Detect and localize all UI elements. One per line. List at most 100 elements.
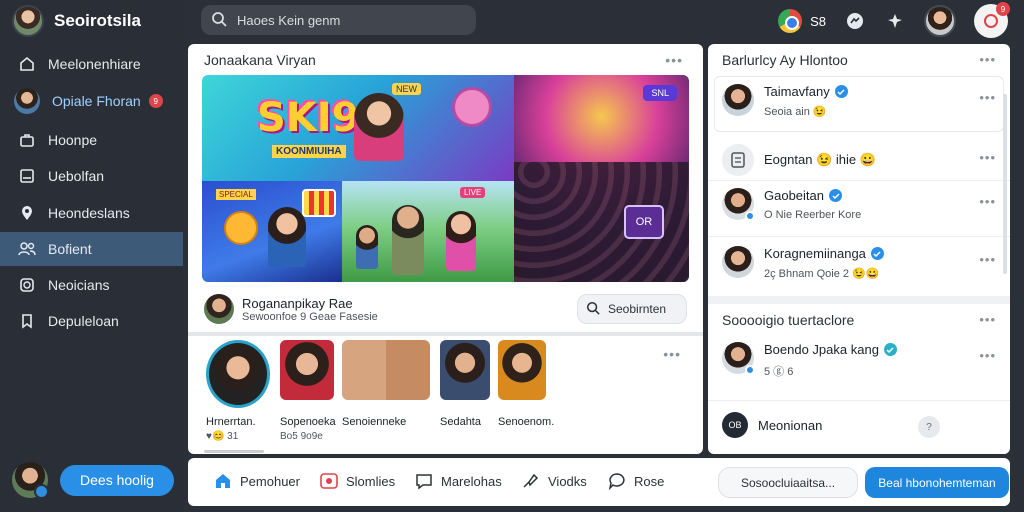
more-options-icon[interactable]: •••	[979, 348, 996, 363]
media-overlay-icon: OR	[624, 205, 664, 239]
more-options-icon[interactable]: •••	[979, 194, 996, 209]
sidebar-item-label: Meelonenhiare	[48, 56, 141, 72]
contact-item[interactable]: Taimavfany Seoia ain 😉	[722, 84, 848, 118]
media-character	[392, 205, 424, 275]
avatar	[722, 188, 755, 221]
sidebar-item-home[interactable]: Meelonenhiare	[0, 47, 183, 81]
bottom-nav-messages[interactable]: Marelohas	[415, 472, 502, 490]
panel-title: Barlurlcy Ay Hlontoo	[722, 52, 848, 68]
bookmark-icon	[18, 312, 36, 330]
comment-icon	[608, 473, 625, 490]
avatar[interactable]	[12, 462, 49, 499]
story-card[interactable]: Sedahta	[440, 340, 490, 428]
story-label: Senoienneke	[342, 416, 407, 428]
bottom-nav-stories[interactable]: Slomlies	[320, 472, 395, 490]
post-header: Jonaakana Viryan	[204, 52, 316, 68]
more-options-icon[interactable]: •••	[663, 346, 681, 362]
more-options-icon[interactable]: •••	[979, 312, 996, 327]
notification-count: S8	[810, 13, 826, 29]
document-icon	[731, 152, 745, 168]
more-options-icon[interactable]: •••	[979, 90, 996, 105]
contact-item[interactable]: Eogntan 😉 ihie 😀	[722, 144, 876, 176]
chat-icon	[416, 474, 432, 490]
author-name[interactable]: Rogananpikay Rae	[242, 296, 378, 311]
brand-name: Seoirotsila	[54, 11, 141, 30]
post-media[interactable]: SKI9 KOONMIUIHA NEW SNL OR SPECIAL LIVE	[202, 75, 689, 282]
contact-item[interactable]: Gaobeitan O Nie Reerber Kore	[722, 188, 861, 221]
group-icon: OB	[722, 412, 748, 438]
bottom-nav-videos[interactable]: Viodks	[522, 472, 587, 490]
sidebar-item-news[interactable]: Neoicians	[0, 268, 183, 302]
bottom-nav-home[interactable]: Pemohuer	[214, 472, 300, 490]
contact-item[interactable]: Boendo Jpaka kang 5 ⓖ 6	[722, 342, 897, 379]
sidebar: Seoirotsila Meelonenhiare Opiale Fhoran …	[0, 0, 183, 512]
story-meta: Bo5 9o9e	[280, 431, 323, 442]
sidebar-item-watch[interactable]: Uebolfan	[0, 159, 183, 193]
sidebar-item-label: Neoicians	[48, 277, 110, 293]
contact-status: 5 ⓖ 6	[764, 366, 794, 378]
sidebar-item-saved[interactable]: Depuleloan	[0, 304, 183, 338]
brand[interactable]: Seoirotsila	[12, 5, 141, 37]
media-character	[268, 207, 306, 267]
contact-name: Gaobeitan	[764, 188, 824, 203]
more-options-icon[interactable]: •••	[979, 52, 996, 67]
avatar[interactable]	[924, 5, 956, 37]
bell-icon[interactable]	[884, 10, 906, 32]
sidebar-item-jobs[interactable]: Hoonpe	[0, 123, 183, 157]
compose-input[interactable]: Sosoocluiaaitsa...	[718, 467, 858, 498]
media-subtitle: KOONMIUIHA	[272, 145, 346, 158]
contact-name: Koragnemiinanga	[764, 246, 866, 261]
story-label: Hrnerrtan.	[206, 416, 256, 428]
author-meta: Sewoonfoe 9 Geae Fasesie	[242, 310, 378, 323]
media-character	[354, 93, 404, 161]
more-options-icon[interactable]: •••	[979, 252, 996, 267]
story-card[interactable]: Senoenom.	[498, 340, 554, 428]
footer-action-button[interactable]: Dees hoolig	[60, 464, 174, 496]
story-card[interactable]: Sopenoeka Bo5 9o9e	[280, 340, 336, 442]
divider	[708, 180, 1010, 181]
users-icon	[18, 240, 36, 258]
online-indicator	[745, 211, 755, 221]
contact-item[interactable]: Koragnemiinanga 2ç Bhnam Qoie 2 😉😀	[722, 246, 884, 280]
more-options-icon[interactable]: •••	[665, 52, 683, 68]
media-mascot	[452, 87, 492, 127]
primary-action-button[interactable]: Beal hbonohemteman	[865, 467, 1009, 498]
media-tile-park[interactable]: LIVE	[342, 181, 514, 282]
online-indicator	[745, 365, 755, 375]
messenger-icon[interactable]	[844, 10, 866, 32]
more-options-icon[interactable]: •••	[979, 150, 996, 165]
post-search-button[interactable]: Seobirnten	[577, 294, 687, 324]
contact-status: Seoia ain 😉	[764, 106, 827, 118]
post-author[interactable]: Rogananpikay Rae Sewoonfoe 9 Geae Fasesi…	[204, 294, 378, 324]
browser-icon[interactable]	[778, 9, 803, 33]
search-button-label: Seobirnten	[608, 302, 667, 316]
media-tile-concert[interactable]: SNL OR	[514, 75, 689, 282]
story-label: Senoenom.	[498, 416, 555, 428]
search-input[interactable]: Haoes Kein genm	[201, 5, 476, 35]
briefcase-icon	[18, 131, 36, 149]
account-menu-button[interactable]: 9	[974, 2, 1010, 38]
bottom-nav-rose[interactable]: Rose	[608, 472, 664, 490]
avatar	[14, 88, 40, 114]
media-tile-cartoon[interactable]: SPECIAL	[202, 181, 342, 282]
horizontal-scrollbar[interactable]	[204, 450, 264, 453]
story-card[interactable]: Senoienneke	[342, 340, 430, 428]
avatar	[722, 144, 754, 176]
contact-item[interactable]: OB Meonionan	[722, 412, 822, 438]
sidebar-item-profile[interactable]: Opiale Fhoran 9	[0, 84, 183, 118]
sidebar-item-label: Bofient	[48, 241, 92, 257]
story-label: Sedahta	[440, 416, 481, 428]
map-pin-icon	[18, 204, 36, 222]
story-card[interactable]: Hrnerrtan. ♥😊 31	[206, 340, 270, 442]
sidebar-item-friends[interactable]: Bofient	[0, 232, 183, 266]
verified-icon	[870, 247, 884, 260]
sidebar-item-places[interactable]: Heondeslans	[0, 196, 183, 230]
avatar[interactable]	[204, 294, 234, 324]
bottom-bar: Pemohuer Slomlies Marelohas Viodks Rose …	[188, 458, 1010, 506]
sidebar-item-label: Uebolfan	[48, 168, 105, 184]
help-icon[interactable]: ?	[918, 416, 940, 438]
vertical-scrollbar[interactable]	[1003, 94, 1007, 274]
media-tile-game[interactable]: SKI9 KOONMIUIHA NEW	[202, 75, 514, 181]
sidebar-item-label: Heondeslans	[48, 205, 130, 221]
story-thumbnail	[440, 340, 490, 400]
